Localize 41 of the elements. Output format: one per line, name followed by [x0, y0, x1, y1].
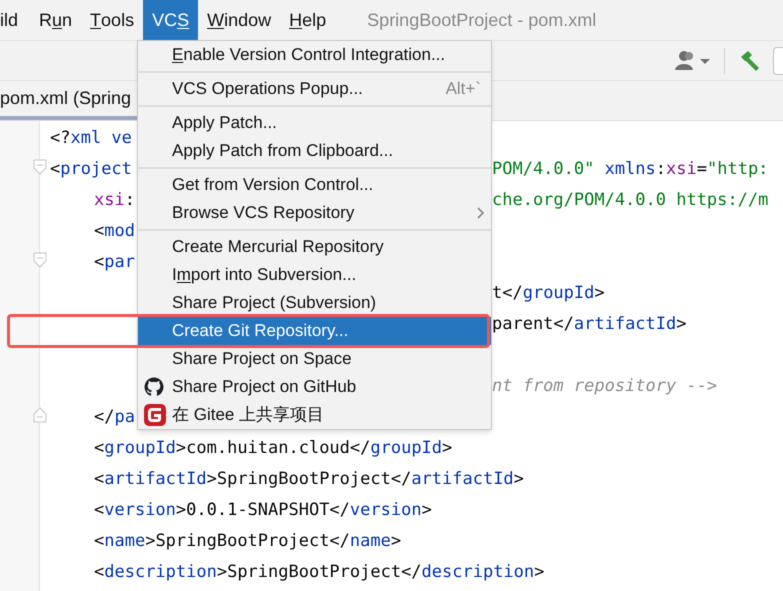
g-logo-icon — [144, 404, 166, 426]
code-line: <name>SpringBootProject</name> — [94, 530, 402, 553]
code-line: POM/4.0.0" xmlns:xsi="http: — [492, 158, 768, 181]
code-line: </pa — [94, 406, 135, 429]
menu-bar-item[interactable]: Tools — [81, 0, 144, 40]
code-line: t</groupId> — [492, 282, 605, 305]
menu-item[interactable]: Create Git Repository... — [138, 317, 491, 345]
fold-marker-icon[interactable] — [33, 159, 47, 175]
menu-item[interactable]: Share Project (Subversion) — [138, 289, 491, 317]
shortcut-label: Alt+` — [446, 78, 482, 100]
menu-item[interactable]: Apply Patch from Clipboard... — [138, 137, 491, 165]
fold-marker-icon[interactable] — [33, 252, 47, 268]
code-line: che.org/POM/4.0.0 https://m — [492, 189, 768, 212]
fold-marker-icon[interactable] — [33, 407, 47, 423]
menu-item[interactable]: Import into Subversion... — [138, 261, 491, 289]
cat-silhouette-icon — [144, 377, 164, 397]
menu-bar-item[interactable]: Run — [30, 0, 82, 40]
menu-item[interactable]: Create Mercurial Repository — [138, 233, 491, 261]
menu-item[interactable]: Share Project on GitHub — [138, 373, 491, 401]
menu-item[interactable]: 在 Gitee 上共享项目 — [138, 401, 491, 429]
code-line: <description>SpringBootProject</description> — [94, 561, 544, 584]
code-line: nt from repository --> — [492, 375, 718, 398]
code-line: parent</artifactId> — [492, 313, 686, 336]
window-title: SpringBootProject - pom.xml — [367, 8, 596, 32]
code-line: <mod — [94, 220, 135, 243]
menu-bar-item[interactable]: Help — [280, 0, 336, 40]
code-line: <artifactId>SpringBootProject</artifactId> — [94, 468, 524, 491]
user-dropdown-icon[interactable] — [674, 50, 712, 72]
code-line: <par — [94, 251, 135, 274]
code-line: <groupId>com.huitan.cloud</groupId> — [94, 437, 452, 460]
menu-item[interactable]: Get from Version Control... — [138, 171, 491, 199]
code-line: <?xml ve — [50, 127, 132, 150]
menu-bar-item[interactable]: Window — [198, 0, 280, 40]
menu-item[interactable]: Share Project on Space — [138, 345, 491, 373]
code-line: xsi: — [94, 189, 135, 212]
code-line: <version>0.0.1-SNAPSHOT</version> — [94, 499, 432, 522]
menu-item[interactable]: Browse VCS Repository — [138, 199, 491, 227]
toolbar-field[interactable] — [773, 46, 783, 74]
code-line: <project — [50, 158, 132, 181]
menu-bar-item[interactable]: VCS — [143, 0, 198, 40]
menu-bar-item[interactable]: ild — [0, 0, 30, 40]
